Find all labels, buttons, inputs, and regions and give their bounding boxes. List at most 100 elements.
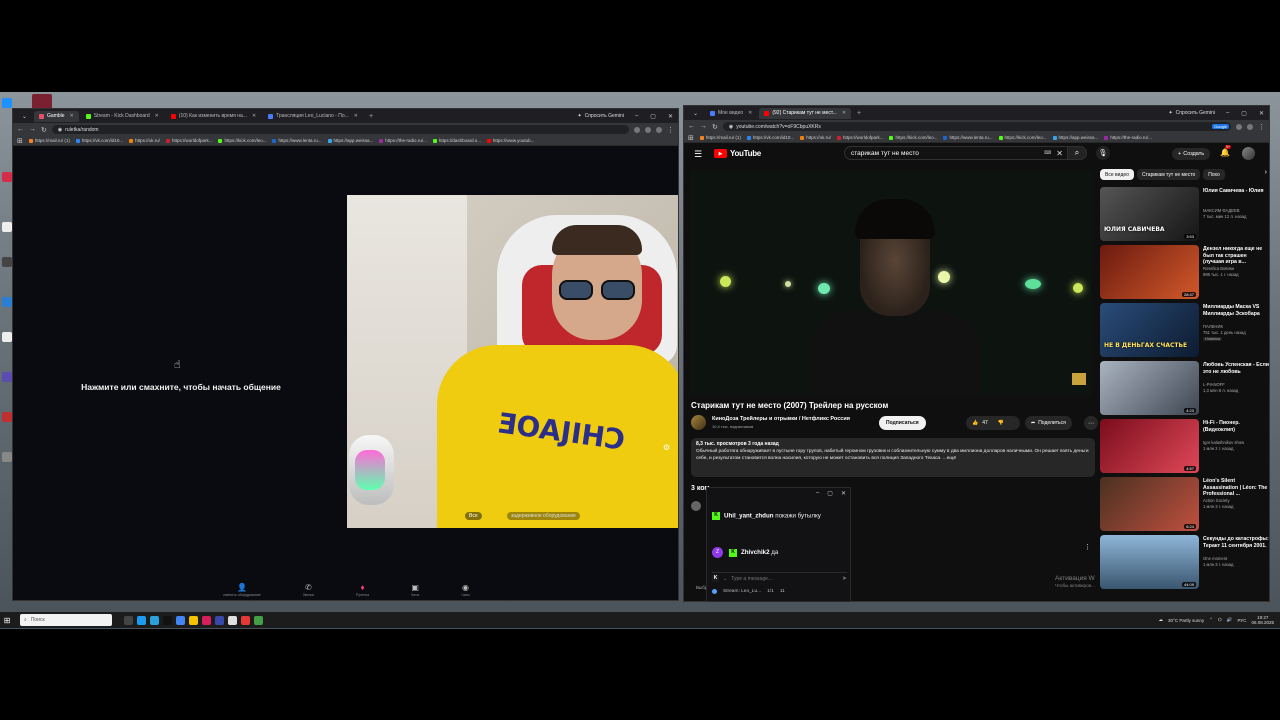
apps-grid-icon[interactable]: ⊞ <box>688 134 694 142</box>
share-button[interactable]: ➦ Поделиться <box>1025 416 1072 430</box>
more-actions-button[interactable]: ⋯ <box>1084 416 1098 430</box>
search-button[interactable]: ⌕ <box>1067 146 1087 160</box>
minimize-icon[interactable]: – <box>816 490 819 497</box>
forward-icon[interactable]: → <box>29 126 36 133</box>
clock[interactable]: 19:27 06.08.2025 <box>1251 615 1274 626</box>
settings-icon[interactable]: ⚙ <box>663 443 670 452</box>
nav-profile[interactable]: ◉ Чаты <box>461 583 469 597</box>
video-player[interactable] <box>690 171 1092 395</box>
desktop-app-icon[interactable] <box>2 372 12 382</box>
bookmark-item[interactable]: https://the-radio.ru/... <box>1104 135 1152 140</box>
search-input[interactable]: старикам тут не место ⌨ ✕ <box>844 146 1069 160</box>
keyboard-icon[interactable]: ⌨ <box>1044 150 1051 156</box>
clear-search-icon[interactable]: ✕ <box>1056 149 1063 158</box>
bookmark-item[interactable]: https://mail.ru/ (1) <box>28 138 70 143</box>
extension-icon[interactable] <box>1236 123 1242 130</box>
video-thumbnail[interactable]: 4:23 <box>1100 361 1199 415</box>
desktop-app-icon[interactable] <box>2 257 12 267</box>
edge-icon[interactable] <box>137 615 146 625</box>
recommendation-item[interactable]: НЕ В ДЕНЬГАХ СЧАСТЬЕ Миллиарды Маска VS … <box>1100 303 1269 361</box>
reload-icon[interactable]: ↻ <box>712 123 718 131</box>
chevron-right-icon[interactable]: › <box>1265 169 1269 183</box>
menu-icon[interactable]: ⋮ <box>1258 123 1265 131</box>
bookmark-item[interactable]: https://app.weissa... <box>327 138 373 143</box>
bookmark-item[interactable]: https://ok.ru/ <box>800 135 831 140</box>
chevron-down-icon[interactable]: ⌄ <box>723 576 727 582</box>
close-tab-icon[interactable]: ✕ <box>155 113 159 119</box>
chip-similar[interactable]: Похо <box>1203 169 1225 180</box>
video-description[interactable]: 8,3 тыс. просмотров 3 года назад Обычный… <box>691 438 1095 477</box>
video-thumbnail[interactable]: ЮЛИЯ САВИЧЕВА 3:53 <box>1100 187 1199 241</box>
maximize-icon[interactable]: ▢ <box>827 490 833 497</box>
tab-search-icon[interactable]: ⌄ <box>688 110 703 117</box>
minimize-icon[interactable]: – <box>1221 110 1234 116</box>
video-thumbnail[interactable]: 28:47 <box>1100 245 1199 299</box>
hamburger-menu-icon[interactable]: ☰ <box>694 149 702 160</box>
bookmark-item[interactable]: https://vk.com/id10... <box>75 138 123 143</box>
url-input[interactable]: ◉ ruletka/random <box>51 125 629 134</box>
back-icon[interactable]: ← <box>17 126 24 133</box>
bookmark-item[interactable]: https://ok.ru/ <box>129 138 160 143</box>
taskbar-search-input[interactable]: ⌕ Поиск <box>20 614 112 626</box>
thumbs-up-icon[interactable]: 👍 <box>972 420 978 426</box>
desktop-app-icon[interactable] <box>2 98 12 108</box>
app-icon[interactable] <box>202 615 211 625</box>
site-info-icon[interactable]: ◉ <box>58 127 62 133</box>
recommendation-title[interactable]: Миллиарды Маска VS Миллиарды Эскобара <box>1203 304 1269 317</box>
send-icon[interactable]: ➤ <box>842 575 847 582</box>
recommendation-title[interactable]: Дензел никогда еще не был так страшен (л… <box>1203 246 1269 266</box>
close-tab-icon[interactable]: ✕ <box>748 110 752 116</box>
ask-gemini-button[interactable]: ✦ Спросить Gemini <box>577 113 628 119</box>
chat-username[interactable]: Zhivchik2 <box>741 549 770 556</box>
bookmark-item[interactable]: https://www.youtub... <box>486 138 534 143</box>
create-button[interactable]: + Создать <box>1172 148 1211 160</box>
extension-icon[interactable] <box>1247 123 1253 130</box>
file-explorer-icon[interactable] <box>189 615 198 625</box>
maximize-icon[interactable]: ▢ <box>645 113 661 120</box>
tab-youtube-time[interactable]: (10) Как изменить время на... ✕ <box>166 111 261 122</box>
tiktok-icon[interactable] <box>163 615 172 625</box>
voice-search-button[interactable]: 🎙 <box>1096 146 1110 160</box>
app-icon[interactable] <box>254 615 263 625</box>
desktop-app-icon[interactable] <box>2 222 12 232</box>
channel-name[interactable]: КиноДоза Трейлеры и отрывки / Нетфликс Р… <box>712 416 850 422</box>
start-button[interactable]: ⊞ <box>0 612 14 628</box>
nav-roulette[interactable]: ♦ Рулетка <box>356 583 369 597</box>
task-view-icon[interactable] <box>124 615 133 625</box>
nav-change-device[interactable]: 👤 сменить оборудование <box>223 583 260 597</box>
recommendation-item[interactable]: 4:23 Любовь Успенская - Если это не любо… <box>1100 361 1269 419</box>
recommendation-title[interactable]: Hi-Fi - Пионер. (Видеоклип) <box>1203 420 1269 433</box>
recommendation-item[interactable]: 28:47 Дензел никогда еще не был так стра… <box>1100 245 1269 303</box>
video-thumbnail[interactable]: 6:24 <box>1100 477 1199 531</box>
chat-username[interactable]: Uhil_yant_zhdun <box>724 513 774 520</box>
reload-icon[interactable]: ↻ <box>41 126 47 134</box>
close-tab-icon[interactable]: ✕ <box>70 113 74 119</box>
bookmark-item[interactable]: https://mail.ru/ (1) <box>699 135 741 140</box>
nav-call[interactable]: ✆ Звонок <box>303 583 314 597</box>
close-window-icon[interactable]: ✕ <box>663 113 678 120</box>
network-icon[interactable]: ⌬ <box>1218 617 1222 623</box>
video-thumbnail[interactable]: НЕ В ДЕНЬГАХ СЧАСТЬЕ <box>1100 303 1199 357</box>
recommendation-title[interactable]: Léon's Silent Assassination | Léon: The … <box>1203 478 1269 498</box>
menu-icon[interactable]: ⋮ <box>667 126 674 134</box>
bookmark-item[interactable]: https://app.weissa... <box>1052 135 1098 140</box>
recommendation-item[interactable]: ЮЛИЯ САВИЧЕВА 3:53 Юлия Савичева - Юлия М… <box>1100 187 1269 245</box>
recommendation-item[interactable]: 6:24 Léon's Silent Assassination | Léon:… <box>1100 477 1269 535</box>
back-icon[interactable]: ← <box>688 123 695 130</box>
tab-kick-dashboard[interactable]: Stream - Kick Dashboard ✕ <box>81 111 164 122</box>
tab-my-video[interactable]: Мое видео ✕ <box>705 108 757 119</box>
language-indicator[interactable]: РУС <box>1237 618 1246 623</box>
chip-all-videos[interactable]: Все видео <box>1100 169 1134 180</box>
ask-gemini-button[interactable]: ✦ Спросить Gemini <box>1168 110 1219 116</box>
bookmark-item[interactable]: https://www.lenta.ru... <box>272 138 322 143</box>
thumbs-down-icon[interactable]: 👎 <box>998 420 1004 426</box>
tab-stream-broadcast[interactable]: Трансляция Leo_Luciano - По... ✕ <box>263 111 363 122</box>
account-avatar[interactable] <box>1242 147 1255 160</box>
close-tab-icon[interactable]: ✕ <box>354 113 358 119</box>
google-lens-badge[interactable]: Google <box>1212 124 1229 129</box>
stream-name[interactable]: Stream: Leo_Lu... <box>723 589 761 594</box>
like-dislike-group[interactable]: 👍 47 👎 <box>966 416 1020 430</box>
apps-grid-icon[interactable]: ⊞ <box>17 137 23 145</box>
channel-avatar[interactable] <box>691 415 706 430</box>
bookmark-item[interactable]: https://the-radio.ru/... <box>379 138 427 143</box>
